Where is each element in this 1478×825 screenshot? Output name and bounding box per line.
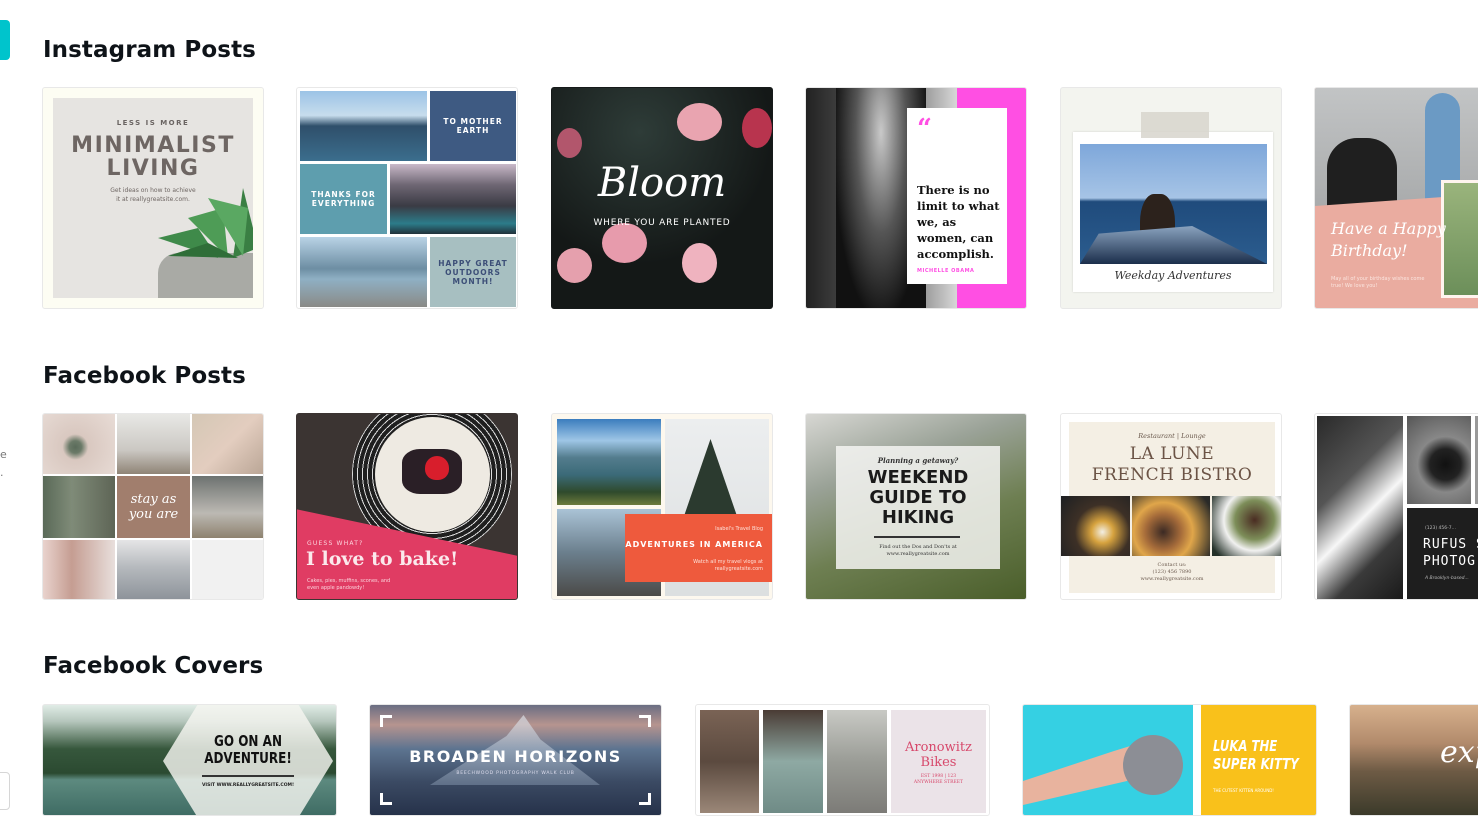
template-card-explore[interactable]: exp... — [1349, 704, 1478, 816]
dog-boat-image — [1080, 144, 1267, 264]
collage-image — [117, 414, 190, 474]
template-card-go-on-adventure[interactable]: GO ON AN ADVENTURE! VISIT WWW.REALLYGREA… — [42, 704, 337, 816]
card-title: GO ON AN ADVENTURE! — [204, 732, 292, 767]
template-card-mother-earth[interactable]: TO MOTHER EARTH THANKS FOR EVERYTHING HA… — [296, 87, 518, 309]
flower-image — [682, 243, 717, 283]
sidebar-active-indicator[interactable] — [0, 20, 10, 60]
card-caption: Weekday Adventures — [1114, 269, 1232, 282]
collage-image — [117, 540, 190, 599]
dock-image — [300, 237, 427, 307]
aronowitz-text-panel: Aronowitz Bikes EST 1998 | 123 ANYWHERE … — [891, 710, 986, 813]
card-url: VISIT WWW.REALLYGREATSITE.COM! — [201, 783, 295, 788]
template-card-bloom[interactable]: Bloom WHERE YOU ARE PLANTED — [551, 87, 773, 309]
quote-box: “ There is no limit to what we, as women… — [907, 108, 1007, 284]
divider — [202, 775, 294, 777]
collage-image — [192, 414, 263, 474]
divider — [874, 536, 960, 538]
quote-author: MICHELLE OBAMA — [917, 268, 975, 274]
template-card-super-kitty[interactable]: LUKA THE SUPER KITTY THE CUTEST KITTEN A… — [1022, 704, 1317, 816]
bike-image — [700, 710, 759, 813]
quote-icon: “ — [917, 114, 932, 144]
lake-image — [300, 91, 427, 161]
succulent-image — [158, 188, 253, 258]
template-card-aronowitz-bikes[interactable]: Aronowitz Bikes EST 1998 | 123 ANYWHERE … — [695, 704, 990, 816]
rufus-text-panel: (123) 456-7... RUFUS ST... PHOTOG... A B… — [1407, 508, 1478, 599]
card-subtitle: BEECHWOOD PHOTOGRAPHY WALK CLUB — [456, 771, 575, 776]
polaroid-frame: Weekday Adventures — [1073, 132, 1273, 292]
tile-text: TO MOTHER EARTH — [430, 91, 516, 161]
card-body: May all of your birthday wishes come tru… — [1331, 276, 1425, 289]
corner-bracket — [380, 793, 392, 805]
camera-image — [1407, 416, 1471, 504]
card-title: BROADEN HORIZONS — [409, 747, 622, 766]
text-panel: Planning a getaway? WEEKEND GUIDE TO HIK… — [836, 446, 1000, 569]
sidebar-button[interactable] — [0, 772, 10, 810]
tile-text: THANKS FOR EVERYTHING — [300, 164, 387, 234]
card-subtitle: WHERE YOU ARE PLANTED — [593, 218, 731, 228]
tile-text: HAPPY GREAT OUTDOORS MONTH! — [430, 237, 516, 307]
card-kicker: GUESS WHAT? — [307, 540, 364, 547]
food-image — [1061, 496, 1130, 556]
template-card-love-to-bake[interactable]: GUESS WHAT? I love to bake! Cakes, pies,… — [296, 413, 518, 600]
bike-image — [763, 710, 823, 813]
food-image — [1132, 496, 1210, 556]
collage-image — [43, 476, 115, 538]
mountain-lake-image — [390, 164, 516, 234]
card-body: Cakes, pies, muffins, scones, and even a… — [307, 578, 391, 591]
flower-image — [742, 108, 772, 148]
corner-bracket — [639, 793, 651, 805]
collage-image — [43, 414, 115, 474]
photo-frame — [1441, 180, 1478, 298]
template-card-rufus-photography[interactable]: (123) 456-7... RUFUS ST... PHOTOG... A B… — [1314, 413, 1478, 600]
corner-bracket — [380, 715, 392, 727]
card-title: Bloom — [597, 160, 727, 206]
orange-box: Isabel's Travel Blog ADVENTURES IN AMERI… — [625, 514, 772, 582]
quote-text: There is no limit to what we, as women, … — [917, 183, 1000, 261]
card-kicker: LESS IS MORE — [116, 119, 190, 127]
tape-decoration — [1141, 112, 1209, 138]
flower-image — [557, 248, 592, 283]
bike-image — [827, 710, 887, 813]
card-title: I love to bake! — [306, 548, 459, 570]
template-card-minimalist-living[interactable]: LESS IS MORE MINIMALIST LIVING Get ideas… — [42, 87, 264, 309]
template-card-broaden-horizons[interactable]: BROADEN HORIZONS BEECHWOOD PHOTOGRAPHY W… — [369, 704, 662, 816]
train-station-image — [1317, 416, 1403, 599]
template-card-birthday[interactable]: Have a Happy Birthday! May all of your b… — [1314, 87, 1478, 309]
food-image — [1212, 496, 1281, 556]
collage-image — [192, 476, 263, 538]
card-title: Have a Happy Birthday! — [1331, 219, 1446, 260]
section-title-instagram: Instagram Posts — [43, 37, 256, 63]
template-card-stay-as-you-are[interactable]: stay as you are — [42, 413, 264, 600]
template-card-adventures-in-america[interactable]: Isabel's Travel Blog ADVENTURES IN AMERI… — [551, 413, 773, 600]
flower-image — [602, 223, 647, 263]
kitty-text-panel: LUKA THE SUPER KITTY THE CUTEST KITTEN A… — [1201, 705, 1316, 815]
collage-center-tile: stay as you are — [117, 476, 190, 538]
template-card-quote[interactable]: “ There is no limit to what we, as women… — [805, 87, 1027, 309]
torn-divider — [1193, 705, 1201, 815]
collage-image — [192, 540, 263, 599]
strawberry-image — [425, 456, 449, 480]
flower-image — [677, 103, 722, 141]
flower-image — [557, 128, 582, 158]
section-title-facebook-covers: Facebook Covers — [43, 653, 264, 679]
card-title: MINIMALIST LIVING — [71, 133, 235, 181]
sidebar-partial-text: e — [0, 448, 7, 461]
kitten-image — [1123, 735, 1183, 795]
template-card-la-lune-bistro[interactable]: Restaurant | Lounge LA LUNE FRENCH BISTR… — [1060, 413, 1282, 600]
corner-bracket — [639, 715, 651, 727]
template-card-hiking-guide[interactable]: Planning a getaway? WEEKEND GUIDE TO HIK… — [805, 413, 1027, 600]
sidebar-partial-text: . — [0, 466, 4, 479]
valley-image — [557, 419, 661, 505]
template-card-weekday-adventures[interactable]: Weekday Adventures — [1060, 87, 1282, 309]
card-title: exp... — [1440, 735, 1478, 770]
collage-image — [43, 540, 115, 599]
section-title-facebook-posts: Facebook Posts — [43, 363, 246, 389]
